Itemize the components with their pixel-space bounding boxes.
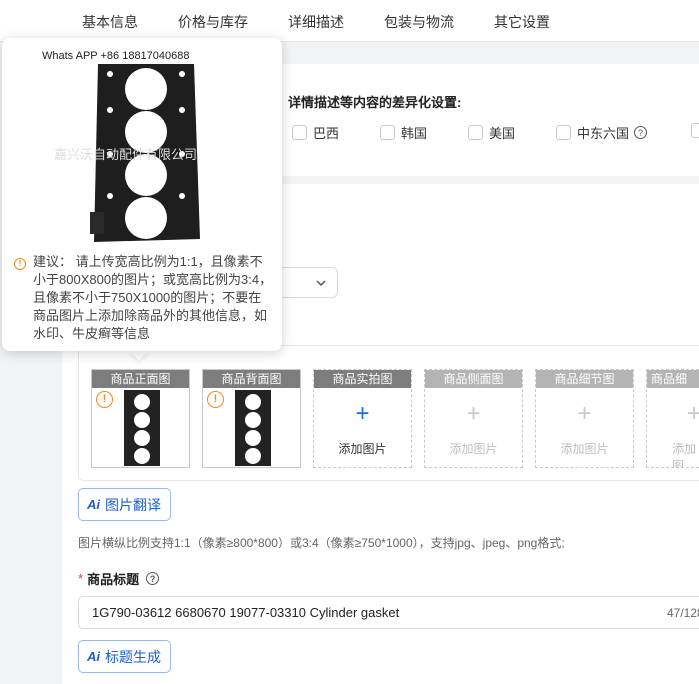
gasket-thumbnail: [120, 390, 164, 467]
title-generate-button[interactable]: Ai 标题生成: [78, 640, 171, 673]
tab-detail-description[interactable]: 详细描述: [288, 12, 344, 32]
slot-label: 商品细节图: [536, 370, 633, 388]
slot-label: 商品实拍图: [314, 370, 411, 388]
checkbox[interactable]: [468, 125, 483, 140]
image-slot-detail[interactable]: 商品细节图 + 添加图片: [535, 369, 634, 468]
character-counter: 47/128: [667, 606, 699, 620]
image-format-hint: 图片横纵比例支持1:1（像素≥800*800）或3:4（像素≥750*1000）…: [78, 536, 565, 550]
tab-basic-info[interactable]: 基本信息: [82, 12, 138, 32]
product-title-label: 商品标题: [87, 572, 140, 587]
checkbox[interactable]: [556, 125, 571, 140]
ai-icon: Ai: [87, 649, 100, 664]
title-generate-label: 标题生成: [105, 648, 161, 665]
image-slot-front[interactable]: 商品正面图 !: [91, 369, 190, 468]
site-label: 韩国: [401, 126, 428, 141]
slot-label: 商品背面图: [203, 370, 300, 388]
info-icon: !: [14, 258, 26, 270]
site-label: 美国: [489, 126, 516, 141]
product-title-input[interactable]: 1G790-03612 6680670 19077-03310 Cylinder…: [78, 596, 699, 629]
image-translate-button[interactable]: Ai 图片翻译: [78, 488, 171, 521]
watermark-text: 嘉兴沃自动配件有限公司: [54, 147, 198, 162]
product-title-value: 1G790-03612 6680670 19077-03310 Cylinder…: [92, 605, 400, 620]
plus-icon: +: [647, 400, 699, 428]
image-translate-label: 图片翻译: [105, 496, 161, 513]
checkbox[interactable]: [691, 123, 699, 138]
checkbox[interactable]: [380, 125, 395, 140]
ai-icon: Ai: [87, 497, 100, 512]
tab-other-settings[interactable]: 其它设置: [494, 12, 550, 32]
site-label: 巴西: [313, 126, 340, 141]
site-checkbox-middle-east[interactable]: 中东六国 ?: [556, 123, 648, 142]
plus-icon: +: [577, 400, 592, 427]
image-slot-back[interactable]: 商品背面图 !: [202, 369, 301, 468]
help-icon[interactable]: ?: [146, 572, 160, 585]
add-image-label: 添加图片: [449, 442, 498, 456]
image-preview-popover: Whats APP +86 18817040688 嘉兴沃自动配件有限公司 ! …: [2, 38, 282, 351]
slot-label: 商品细: [647, 370, 699, 388]
site-checkbox-brazil[interactable]: 巴西: [292, 123, 339, 142]
add-image-label: 添加图: [672, 442, 697, 468]
whatsapp-text: Whats APP +86 18817040688: [42, 50, 190, 62]
site-checkbox-korea[interactable]: 韩国: [380, 123, 427, 142]
upload-advice-text: 建议： 请上传宽高比例为1:1，且像素不小于800X800的图片；或宽高比例为3…: [33, 254, 273, 341]
warning-icon[interactable]: !: [96, 391, 113, 408]
slot-label: 商品正面图: [92, 370, 189, 388]
site-label: 中东六国: [577, 126, 630, 141]
plus-icon: +: [355, 400, 370, 427]
image-slot-side[interactable]: 商品侧面图 + 添加图片: [424, 369, 523, 468]
checkbox[interactable]: [292, 125, 307, 140]
add-image-label: 添加图片: [560, 442, 609, 456]
site-checkbox-usa[interactable]: 美国: [468, 123, 515, 142]
product-title-label-row: * 商品标题 ?: [78, 569, 160, 588]
site-checkbox-cut-off[interactable]: [691, 123, 699, 138]
tab-packaging-logistics[interactable]: 包装与物流: [384, 12, 454, 32]
warning-icon[interactable]: !: [207, 391, 224, 408]
required-mark: *: [78, 571, 84, 586]
add-image-label: 添加图片: [338, 442, 387, 456]
help-icon[interactable]: ?: [634, 126, 648, 139]
gasket-thumbnail: [231, 390, 275, 467]
plus-icon: +: [466, 400, 481, 427]
tab-bar: 基本信息 价格与库存 详细描述 包装与物流 其它设置: [0, 0, 699, 42]
chevron-down-icon: [316, 280, 326, 287]
tab-price-stock[interactable]: 价格与库存: [178, 12, 248, 32]
image-slot-actual[interactable]: 商品实拍图 + 添加图片: [313, 369, 412, 468]
slot-label: 商品侧面图: [425, 370, 522, 388]
image-slot-detail-2[interactable]: 商品细 + 添加图: [646, 369, 699, 468]
differentiation-title: 详情描述等内容的差异化设置:: [288, 95, 462, 110]
